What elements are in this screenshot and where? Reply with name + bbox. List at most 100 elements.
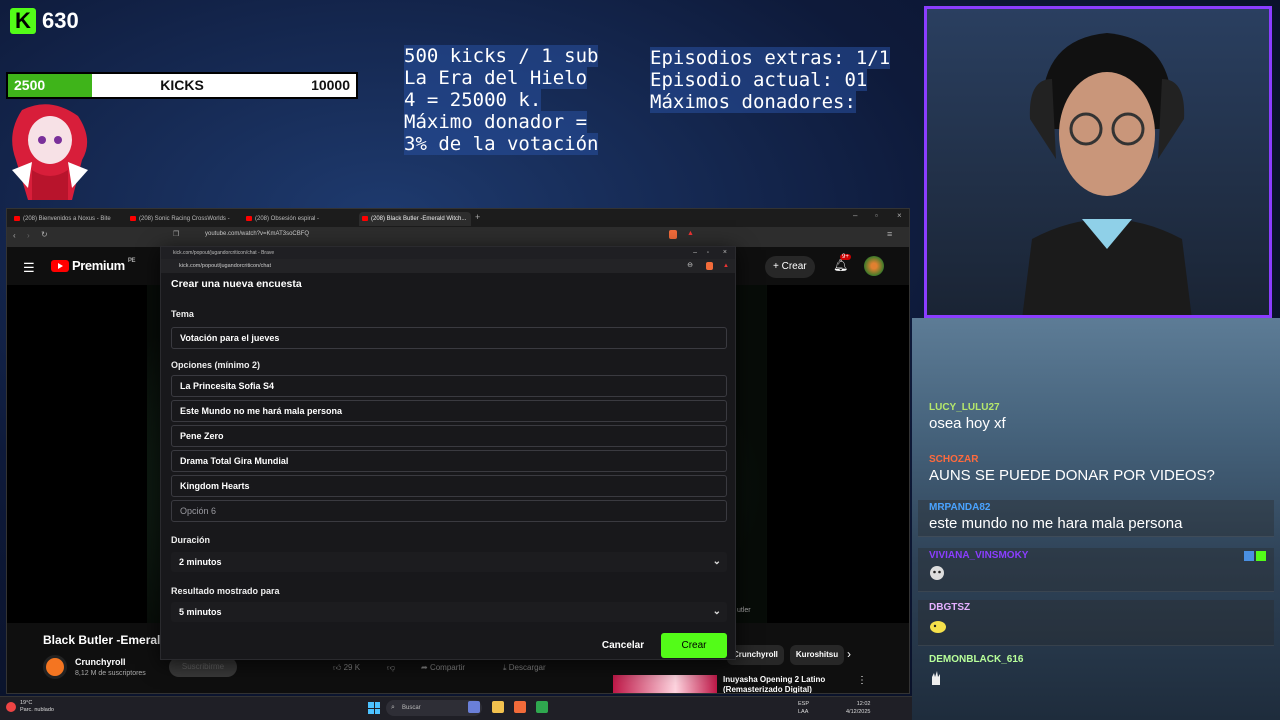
duration-select[interactable]: 2 minutos ⌄ <box>171 552 727 572</box>
channel-name[interactable]: Crunchyroll <box>75 657 126 667</box>
duration-value: 2 minutos <box>179 557 222 567</box>
share-icon: ➦ <box>421 663 430 672</box>
app-icon[interactable] <box>536 701 548 713</box>
episodes-line: Máximos donadores: <box>650 91 856 113</box>
popout-url[interactable]: kick.com/popout/jugandorcriticon/chat <box>179 263 271 269</box>
chat-username: SCHOZAR <box>929 454 979 465</box>
topic-label: Tema <box>171 309 194 319</box>
chevron-down-icon: ⌄ <box>712 606 721 617</box>
system-tray[interactable]: ESP LAA <box>798 700 809 716</box>
windows-start-icon[interactable] <box>368 702 380 714</box>
brave-shield-icon[interactable] <box>669 230 677 239</box>
emote-icon <box>932 671 940 685</box>
video-title: Black Butler -Emerald <box>43 633 168 647</box>
browser-tab[interactable]: (208) Obsesión espiral - Frecuencia... <box>243 212 355 236</box>
subscribe-button[interactable]: Suscribirme <box>169 657 237 677</box>
poll-option-5[interactable] <box>171 475 727 497</box>
user-avatar[interactable] <box>864 256 884 276</box>
menu-icon[interactable]: ≡ <box>887 229 892 239</box>
poll-option-6[interactable] <box>171 500 727 522</box>
chat-username: LUCY_LULU27 <box>929 402 1000 413</box>
download-label: Descargar <box>508 663 546 672</box>
minimize-icon[interactable]: – <box>693 247 697 259</box>
create-poll-button[interactable]: Crear <box>661 633 727 658</box>
emote-icon <box>930 621 946 633</box>
share-label: Compartir <box>429 663 466 672</box>
windows-taskbar: 19°C Parc. nublado ⌕ Buscar ESP LAA 12:0… <box>0 696 912 720</box>
channel-avatar[interactable] <box>43 655 67 679</box>
notification-count: 9+ <box>840 254 851 260</box>
task-view-icon[interactable] <box>468 701 480 713</box>
goal-label: KICKS <box>160 77 204 93</box>
download-button[interactable]: ⤓ Descargar <box>503 659 546 677</box>
share-button[interactable]: ➦ Compartir <box>421 659 465 677</box>
webcam-feed <box>924 6 1272 318</box>
reload-icon[interactable]: ↻ <box>41 230 48 239</box>
maximize-icon[interactable]: ▫ <box>875 211 878 220</box>
close-icon[interactable]: × <box>723 247 727 259</box>
brave-shield-icon[interactable] <box>706 262 713 270</box>
result-duration-select[interactable]: 5 minutos ⌄ <box>171 602 727 622</box>
browser-tab[interactable]: (208) Sonic Racing CrossWorlds - Co... <box>127 212 239 236</box>
file-explorer-icon[interactable] <box>492 701 504 713</box>
filter-chips: Crunchyroll Kuroshitsu <box>727 645 845 665</box>
user-badges <box>1244 551 1266 561</box>
rules-line: 4 = 25000 k. <box>404 89 542 111</box>
logo-text: Premium <box>72 258 125 273</box>
chevron-right-icon[interactable]: › <box>847 647 851 661</box>
chat-username: VIVIANA_VINSMOKY <box>929 550 1029 561</box>
brave-rewards-icon[interactable]: ▲ <box>723 259 729 273</box>
youtube-play-icon <box>51 259 69 272</box>
poll-popout-window: kick.com/popout/jugandorcriticon/chat - … <box>160 246 736 660</box>
weather-widget[interactable]: 19°C Parc. nublado <box>20 700 54 714</box>
poll-option-4[interactable] <box>171 450 727 472</box>
create-button[interactable]: + Crear <box>765 256 815 278</box>
bookmark-icon[interactable]: ❒ <box>173 230 179 238</box>
related-video-thumbnail[interactable] <box>613 675 717 693</box>
weather-icon[interactable] <box>6 702 16 712</box>
close-icon[interactable]: × <box>897 211 902 220</box>
more-options-icon[interactable]: ⋮ <box>857 675 867 686</box>
poll-option-3[interactable] <box>171 425 727 447</box>
address-bar: ‹ › ↻ ❒ youtube.com/watch?v=KmAT3soCBFQ … <box>7 227 909 247</box>
chat-username: DBGTSZ <box>929 602 971 613</box>
goal-start: 2500 <box>14 77 46 93</box>
popout-title: kick.com/popout/jugandorcriticon/chat - … <box>173 250 275 256</box>
browser-tab-active[interactable]: (208) Black Butler -Emerald Witch... <box>359 212 471 226</box>
chat-message: DBGTSZ <box>918 600 1274 646</box>
back-icon[interactable]: ‹ <box>13 231 16 240</box>
clock-time: 12:02 <box>856 701 871 707</box>
dislike-button[interactable]: 👎︎ <box>387 659 395 677</box>
brave-browser-icon[interactable] <box>514 701 526 713</box>
browser-tab[interactable]: (208) Bienvenidos a Noxus - Bite Me... <box>11 212 123 236</box>
kick-logo-icon: K <box>10 8 36 34</box>
weather-desc: Parc. nublado <box>20 707 54 713</box>
duration-label: Duración <box>171 535 211 545</box>
episodes-line: Episodios extras: 1/1 <box>650 47 891 69</box>
zoom-icon[interactable]: ⊖ <box>687 259 693 273</box>
chip-kuroshitsu[interactable]: Kuroshitsu <box>789 645 845 665</box>
search-placeholder: Buscar <box>402 705 421 711</box>
like-button[interactable]: 👍︎ 29 K <box>333 659 360 677</box>
brave-rewards-icon[interactable]: ▲ <box>687 230 694 237</box>
forward-icon[interactable]: › <box>27 231 30 240</box>
notifications-bell-icon[interactable]: 🔔︎ <box>833 258 848 272</box>
poll-option-2[interactable] <box>171 400 727 422</box>
poll-option-1[interactable] <box>171 375 727 397</box>
options-label: Opciones (mínimo 2) <box>171 360 261 370</box>
taskbar-clock[interactable]: 12:02 4/12/2025 <box>846 700 870 716</box>
chat-message: LUCY_LULU27 osea hoy xf <box>918 400 1274 436</box>
cancel-button[interactable]: Cancelar <box>593 635 653 657</box>
url-text[interactable]: youtube.com/watch?v=KmAT3soCBFQ <box>205 231 309 237</box>
thumbs-down-icon: 👎︎ <box>387 663 396 672</box>
hamburger-menu-icon[interactable]: ☰ <box>23 260 35 276</box>
anime-mascot-image <box>12 104 88 200</box>
new-tab-icon[interactable]: + <box>475 212 480 222</box>
minimize-icon[interactable]: – <box>853 211 857 220</box>
stream-chat-panel: LUCY_LULU27 osea hoy xf SCHOZAR AUNS SE … <box>912 318 1280 720</box>
related-video-title[interactable]: Inuyasha Opening 2 Latino (Remasterizado… <box>723 675 843 693</box>
youtube-premium-logo[interactable]: Premium PE <box>51 258 135 273</box>
topic-input[interactable] <box>171 327 727 349</box>
video-overlay-text: utler <box>737 607 751 614</box>
maximize-icon[interactable]: ▫ <box>707 247 709 259</box>
